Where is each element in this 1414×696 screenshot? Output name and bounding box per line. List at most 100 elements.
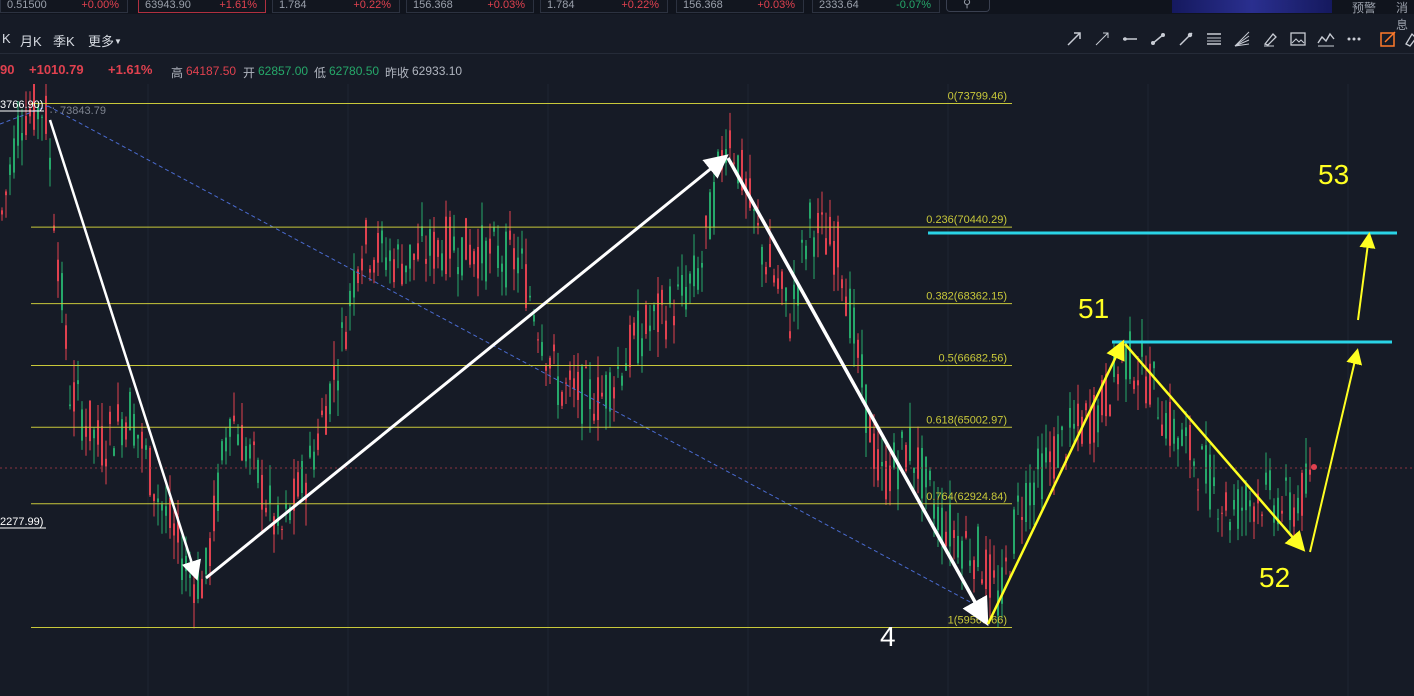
candle-body [1301,472,1303,516]
period-tab-month[interactable]: 月K [20,31,42,50]
candle-body [897,465,899,490]
candle-body [441,253,443,271]
candle-body [989,554,991,598]
candle-body [153,494,155,502]
candle-body [229,418,231,437]
candle-body [457,267,459,275]
image-icon[interactable] [1288,29,1308,49]
wave-label: 53 [1318,159,1349,190]
ticker-change: +0.00% [81,0,119,11]
ticker-change: +0.22% [621,0,659,11]
brush-icon[interactable] [1260,29,1280,49]
candle-body [93,429,95,439]
ticker-value: 0.51500 [7,0,47,11]
current-price-dot [1311,464,1317,470]
ticker-cell[interactable]: 63943.90 +1.61% [138,0,266,13]
candle-body [801,239,803,243]
candle-body [501,263,503,272]
candle-body [645,305,647,335]
candle-body [117,404,119,422]
candle-body [1005,557,1007,562]
chart-toolbar: K 月K 季K 更多▼ [0,26,1414,52]
candle-body [641,338,643,357]
period-tab-quarter[interactable]: 季K [53,31,75,50]
ticker-cell[interactable]: 0.51500 +0.00% [0,0,128,13]
search-button[interactable]: ⚲ [946,0,990,12]
candle-body [1197,489,1199,491]
wave-icon[interactable] [1316,29,1336,49]
candle-body [313,451,315,470]
candle-body [529,295,531,298]
candle-body [785,287,787,302]
period-tab-k[interactable]: K [2,31,11,46]
candle-body [429,229,431,256]
fib-fan-icon[interactable] [1232,29,1252,49]
candle-body [157,498,159,503]
arrow-icon[interactable] [1176,29,1196,49]
candle-body [889,465,891,492]
segment-icon[interactable] [1148,29,1168,49]
candle-body [585,366,587,368]
candle-body [821,212,823,215]
candle-body [361,258,363,271]
candle-body [141,431,143,449]
candle-body [337,380,339,391]
fib-level-label: 1(59563.66) [948,615,1007,627]
candle-body [697,268,699,290]
candle-body [693,255,695,287]
eraser-icon[interactable] [1400,29,1414,49]
candle-body [625,363,627,371]
candle-body [1145,376,1147,404]
candlestick-chart[interactable]: 0(73799.46) 0.236(70440.29) 0.382(68362.15… [0,70,1414,696]
candle-body [241,424,243,461]
ticker-value: 2333.64 [819,0,859,11]
candle-body [617,366,619,369]
candle-body [285,503,287,509]
ticker-cell[interactable]: 1.784 +0.22% [272,0,400,13]
candle-body [857,339,859,358]
more-tools-icon[interactable] [1344,29,1364,49]
candle-body [589,379,591,410]
trend-line-icon[interactable] [1064,29,1084,49]
ticker-cell[interactable]: 2333.64 -0.07% [812,0,940,13]
candle-body [1289,492,1291,521]
horizontal-line-icon[interactable] [1120,29,1140,49]
candle-body [653,305,655,312]
ray-icon[interactable] [1092,29,1112,49]
candle-body [453,236,455,251]
candle-body [65,325,67,349]
candle-body [609,372,611,412]
candle-body [1041,453,1043,500]
fib-level-label: 0.236(70440.29) [926,214,1007,226]
candle-body [465,218,467,260]
fib-level-label: 0.618(65002.97) [926,414,1007,426]
promo-banner[interactable] [1172,0,1332,13]
chart-canvas[interactable]: 0(73799.46) 0.236(70440.29) 0.382(68362.15… [0,70,1414,696]
alert-link[interactable]: 预警 [1352,0,1376,16]
ticker-cell[interactable]: 156.368 +0.03% [406,0,534,13]
candle-body [185,555,187,572]
candle-body [813,237,815,257]
candle-body [353,270,355,298]
candle-body [1129,331,1131,380]
candle-body [129,391,131,431]
candle-body [369,268,371,273]
period-tab-more[interactable]: 更多▼ [88,31,122,50]
ticker-change: +0.03% [487,0,525,11]
candle-body [913,467,915,473]
candle-body [493,227,495,232]
ticker-cell[interactable]: 1.784 +0.22% [540,0,668,13]
candle-body [69,404,71,407]
candle-body [973,560,975,579]
candle-body [245,446,247,462]
candle-body [169,498,171,529]
candle-body [497,245,499,268]
ticker-cell[interactable]: 156.368 +0.03% [676,0,804,13]
candle-body [1225,492,1227,511]
candle-body [781,271,783,289]
candle-body [1233,499,1235,510]
candle-body [505,231,507,288]
candle-body [953,530,955,538]
parallel-channel-icon[interactable] [1204,29,1224,49]
drawing-mode-icon[interactable] [1378,29,1398,49]
